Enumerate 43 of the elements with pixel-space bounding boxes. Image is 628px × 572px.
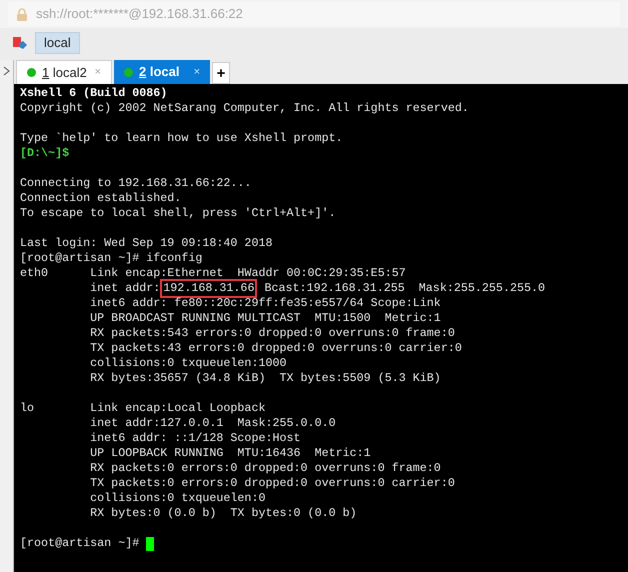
terminal-line: inet addr:127.0.0.1 Mask:255.0.0.0 (89, 416, 336, 431)
terminal-line: inet6 addr: fe80::20c:29ff:fe35:e557/64 Scope:Link (89, 296, 441, 311)
terminal-line: Connection established. (20, 191, 182, 206)
terminal-panel[interactable] (14, 84, 628, 572)
terminal-text: inet addr: (89, 281, 160, 296)
panel-toggle-icon (2, 66, 10, 76)
terminal-line: inet6 addr: ::1/128 Scope:Host (89, 431, 301, 446)
app-logo-icon (13, 36, 27, 50)
terminal-line: lo Link encap:Local Loopback (20, 401, 266, 416)
terminal-line: collisions:0 txqueuelen:0 (89, 491, 266, 506)
terminal-line: eth0 Link encap:Ethernet HWaddr 00:0C:29:35:E5:57 (20, 266, 406, 281)
terminal-line: Last login: Wed Sep 19 09:18:40 2018 (20, 236, 272, 251)
terminal-line: To escape to local shell, press 'Ctrl+Alt+]'. (20, 206, 336, 221)
terminal-line: [root@artisan ~]# ifconfig (20, 251, 202, 266)
terminal-line: Type `help' to learn how to use Xshell prompt. (20, 131, 343, 146)
terminal-line: RX bytes:35657 (34.8 KiB) TX bytes:5509 (5.3 KiB) (89, 371, 441, 386)
terminal-line: RX bytes:0 (0.0 b) TX bytes:0 (0.0 b) (89, 506, 357, 521)
tab-label: 2 local (139, 63, 180, 82)
session-button[interactable]: local (35, 32, 80, 54)
new-tab-button[interactable]: + (212, 62, 230, 84)
terminal-line: Xshell 6 (Build 0086) (20, 86, 168, 101)
terminal-line: TX packets:0 errors:0 dropped:0 overruns:0 carrier:0 (89, 476, 455, 491)
terminal-line: UP BROADCAST RUNNING MULTICAST MTU:1500 Metric:1 (89, 311, 441, 326)
terminal-line: collisions:0 txqueuelen:1000 (89, 356, 287, 371)
terminal-line: UP LOOPBACK RUNNING MTU:16436 Metric:1 (89, 446, 371, 461)
session-tab[interactable]: 2 local × (114, 60, 210, 84)
terminal-text: Bcast:192.168.31.255 Mask:255.255.255.0 (263, 281, 546, 296)
address-bar[interactable]: ssh://root:*******@192.168.31.66:22 (8, 2, 620, 26)
terminal-line: TX packets:43 errors:0 dropped:0 overruns:0 carrier:0 (89, 341, 462, 356)
tab-close[interactable]: × (94, 64, 101, 81)
tab-label: 1 local2 (42, 64, 88, 82)
terminal-line: RX packets:543 errors:0 dropped:0 overruns:0 frame:0 (89, 326, 455, 341)
terminal-text: [root@artisan ~]# (20, 536, 140, 551)
lock-icon (16, 8, 28, 20)
terminal-line: Copyright (c) 2002 NetSarang Computer, Inc. All rights reserved. (20, 101, 469, 116)
highlight-box: 192.168.31.66 (160, 279, 258, 298)
tab-close[interactable]: × (194, 64, 200, 80)
terminal-line: RX packets:0 errors:0 dropped:0 overruns:0 frame:0 (89, 461, 441, 476)
address-text: ssh://root:*******@192.168.31.66:22 (36, 5, 243, 24)
text-cursor (146, 536, 154, 550)
terminal-line: [D:\~]$ (20, 146, 70, 161)
terminal-line: Connecting to 192.168.31.66:22... (20, 176, 252, 191)
session-tab[interactable]: 1 local2 × (16, 60, 112, 84)
